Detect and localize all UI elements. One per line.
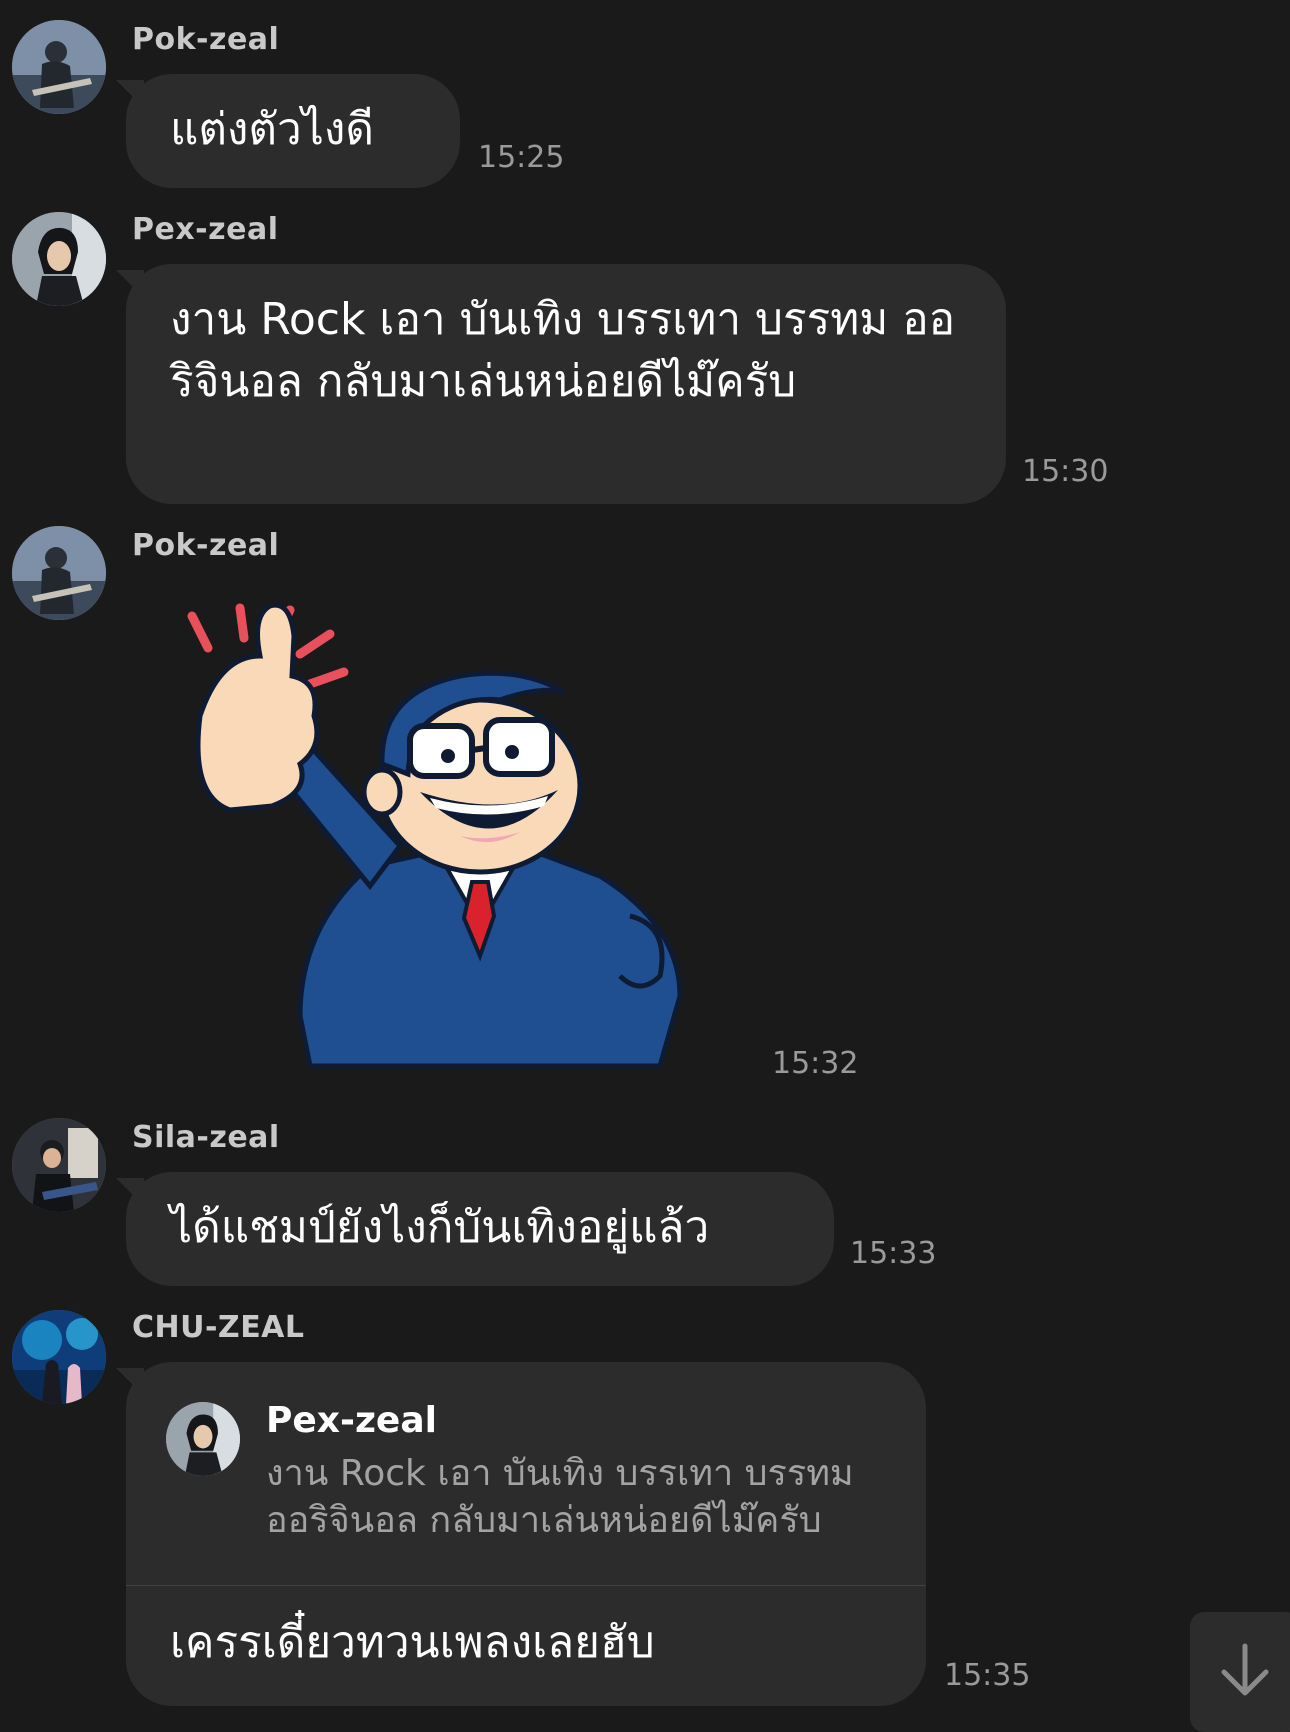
message-bubble[interactable]: ได้แชมป์ยังไงก็บันเทิงอยู่แล้ว	[126, 1172, 834, 1286]
quoted-avatar	[166, 1402, 240, 1476]
avatar[interactable]	[12, 526, 106, 620]
avatar[interactable]	[12, 1310, 106, 1404]
message-text: เครรเดี๋ยวทวนเพลงเลยฮับ	[170, 1617, 655, 1668]
avatar[interactable]	[12, 20, 106, 114]
arrow-down-icon	[1221, 1643, 1269, 1696]
message-time: 15:30	[1022, 454, 1109, 489]
avatar[interactable]	[12, 1118, 106, 1212]
quoted-text: งาน Rock เอา บันเทิง บรรเทา บรรทม ออริจิ…	[266, 1453, 854, 1541]
thumbs-up-businessman-sticker[interactable]	[160, 596, 720, 1076]
quoted-sender: Pex-zeal	[266, 1400, 437, 1441]
sender-name: CHU-ZEAL	[132, 1310, 305, 1345]
avatar[interactable]	[12, 212, 106, 306]
quoted-message[interactable]: Pex-zeal งาน Rock เอา บันเทิง บรรเทา บรร…	[126, 1362, 926, 1586]
message-time: 15:35	[944, 1658, 1031, 1693]
message-bubble[interactable]: งาน Rock เอา บันเทิง บรรเทา บรรทม ออริจิ…	[126, 264, 1006, 504]
sender-name: Sila-zeal	[132, 1120, 280, 1155]
sender-name: Pok-zeal	[132, 22, 280, 57]
scroll-to-bottom-button[interactable]	[1190, 1612, 1290, 1732]
message-text: แต่งตัวไงดี	[170, 104, 374, 155]
message-time: 15:33	[850, 1236, 937, 1271]
sender-name: Pex-zeal	[132, 212, 279, 247]
reply-message-bubble[interactable]: Pex-zeal งาน Rock เอา บันเทิง บรรเทา บรร…	[126, 1362, 926, 1706]
sender-name: Pok-zeal	[132, 528, 280, 563]
message-time: 15:32	[772, 1046, 859, 1081]
message-time: 15:25	[478, 140, 565, 175]
message-bubble[interactable]: แต่งตัวไงดี	[126, 74, 460, 188]
message-text: งาน Rock เอา บันเทิง บรรเทา บรรทม ออริจิ…	[170, 294, 956, 407]
message-text: ได้แชมป์ยังไงก็บันเทิงอยู่แล้ว	[170, 1202, 710, 1253]
